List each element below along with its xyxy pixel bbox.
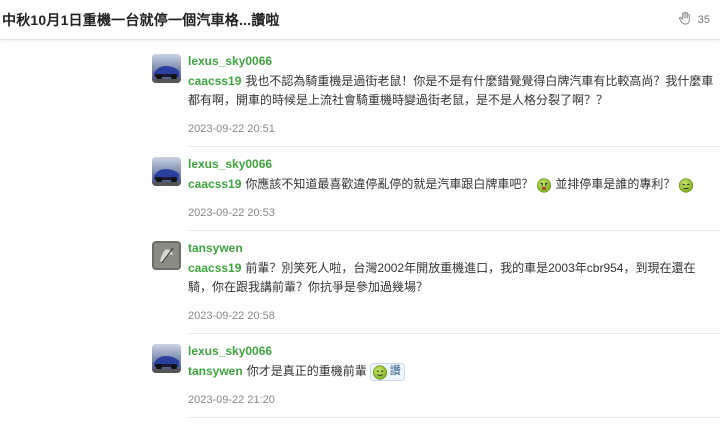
comment-text: 你應該不知道最喜歡違停亂停的就是汽車跟白牌車吧？	[245, 177, 534, 191]
clap-counter[interactable]: 35	[678, 11, 710, 28]
comment-author[interactable]: lexus_sky0066	[188, 342, 720, 360]
comment-timestamp: 2023-09-22 21:20	[188, 394, 275, 406]
comment-body: caacss19 你應該不知道最喜歡違停亂停的就是汽車跟白牌車吧？ 並排停車是誰的專…	[188, 175, 720, 194]
comment: tansywen caacss19 前輩？別笑死人啦，台灣2002年開放重機進口，…	[150, 231, 720, 334]
comment-timestamp: 2023-09-22 20:58	[188, 310, 275, 322]
comment-timestamp: 2023-09-22 20:51	[188, 123, 275, 135]
angry-face-emoji-icon	[536, 177, 552, 193]
grumpy-face-emoji-icon	[678, 177, 694, 193]
clap-count: 35	[697, 13, 710, 26]
comment-author[interactable]: tansywen	[188, 239, 720, 257]
comment-text: 我也不認為騎重機是過街老鼠！你是不是有什麼錯覺覺得白牌汽車有比較高尚？我什麼車都…	[188, 74, 714, 107]
comment: lexus_sky0066 caacss19 你應該不知道最喜歡違停亂停的就是汽車…	[150, 147, 720, 231]
sticker-label: 讚	[389, 365, 401, 378]
comment-text: 你才是真正的重機前輩	[246, 364, 367, 378]
smile-face-emoji-icon	[372, 364, 388, 380]
comment-body: caacss19 我也不認為騎重機是過街老鼠！你是不是有什麼錯覺覺得白牌汽車有比較…	[188, 72, 720, 110]
comment: lexus_sky0066 caacss19 我也不認為騎重機是過街老鼠！你是不是…	[150, 44, 720, 147]
avatar[interactable]	[152, 54, 181, 83]
comment-author[interactable]: lexus_sky0066	[188, 155, 720, 173]
avatar[interactable]	[152, 157, 181, 186]
like-sticker: 讚	[369, 362, 405, 381]
comment-author[interactable]: lexus_sky0066	[188, 52, 720, 70]
thread-title: 中秋10月1日重機一台就停一個汽車格...讚啦	[2, 11, 280, 28]
mention-link[interactable]: caacss19	[188, 177, 241, 191]
comment-thread: lexus_sky0066 caacss19 我也不認為騎重機是過街老鼠！你是不是…	[150, 44, 720, 418]
comment-body: tansywen 你才是真正的重機前輩 讚	[188, 362, 720, 381]
comment: lexus_sky0066 tansywen 你才是真正的重機前輩 讚 2023-0…	[150, 334, 720, 418]
mention-link[interactable]: caacss19	[188, 261, 241, 275]
comment-body: caacss19 前輩？別笑死人啦，台灣2002年開放重機進口，我的車是2003年…	[188, 259, 720, 297]
clap-hand-icon	[678, 11, 692, 28]
comment-text: 前輩？別笑死人啦，台灣2002年開放重機進口，我的車是2003年cbr954，到…	[188, 261, 696, 294]
avatar[interactable]	[152, 344, 181, 373]
mention-link[interactable]: tansywen	[188, 364, 243, 378]
mention-link[interactable]: caacss19	[188, 74, 241, 88]
divider	[188, 417, 720, 418]
avatar[interactable]	[152, 241, 181, 270]
comment-timestamp: 2023-09-22 20:53	[188, 207, 275, 219]
comment-text: 並排停車是誰的專利？	[555, 177, 676, 191]
top-bar: 中秋10月1日重機一台就停一個汽車格...讚啦 35	[0, 0, 720, 40]
